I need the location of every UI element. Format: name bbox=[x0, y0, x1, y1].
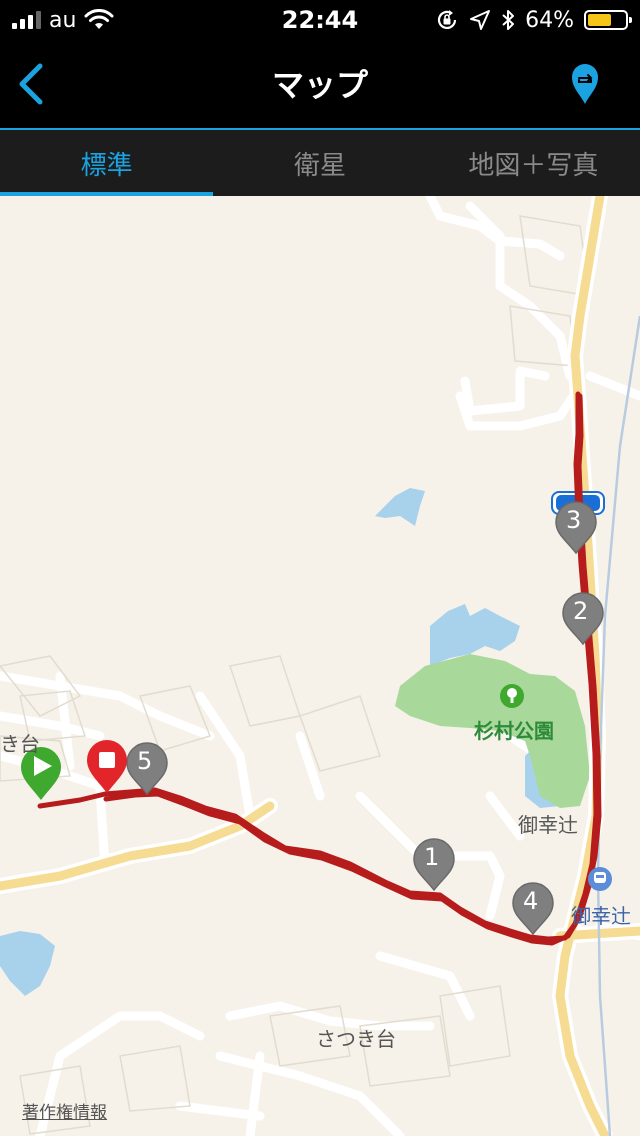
lap-marker-5-label: 5 bbox=[137, 747, 153, 775]
navigation-bar: マップ bbox=[0, 40, 640, 128]
map-view[interactable]: 3 2 5 1 4 き台 杉村公園 御幸辻 御幸辻 さつき台 著作権情報 bbox=[0, 196, 640, 1136]
share-pin-icon[interactable] bbox=[570, 62, 600, 106]
area-label-satsukidai: さつき台 bbox=[316, 1027, 396, 1051]
map-type-tabs: 標準 衛星 地図＋写真 bbox=[0, 130, 640, 196]
page-title: マップ bbox=[271, 66, 368, 104]
location-arrow-icon bbox=[470, 10, 491, 30]
stop-icon bbox=[99, 752, 115, 768]
battery-percent: 64% bbox=[525, 7, 574, 33]
area-label-miyukitsuji: 御幸辻 bbox=[518, 813, 578, 837]
status-bar: au 22:44 64% bbox=[0, 0, 640, 40]
battery-icon bbox=[584, 10, 632, 30]
tab-satellite[interactable]: 衛星 bbox=[213, 130, 426, 196]
park-label: 杉村公園 bbox=[474, 719, 554, 743]
status-right: 64% bbox=[435, 6, 632, 34]
copyright-link[interactable]: 著作権情報 bbox=[22, 1098, 107, 1123]
map-canvas bbox=[0, 196, 640, 1136]
lap-marker-3-label: 3 bbox=[566, 506, 582, 534]
lap-marker-1-label: 1 bbox=[424, 843, 440, 871]
tab-standard[interactable]: 標準 bbox=[0, 130, 214, 196]
bluetooth-icon bbox=[502, 10, 515, 30]
lap-marker-2-label: 2 bbox=[573, 597, 589, 625]
area-label-partial: き台 bbox=[0, 732, 40, 756]
station-label-miyukitsuji: 御幸辻 bbox=[571, 904, 631, 928]
tab-map-photo[interactable]: 地図＋写真 bbox=[427, 130, 640, 196]
rotation-lock-icon bbox=[438, 10, 457, 29]
lap-marker-4-label: 4 bbox=[523, 887, 539, 915]
